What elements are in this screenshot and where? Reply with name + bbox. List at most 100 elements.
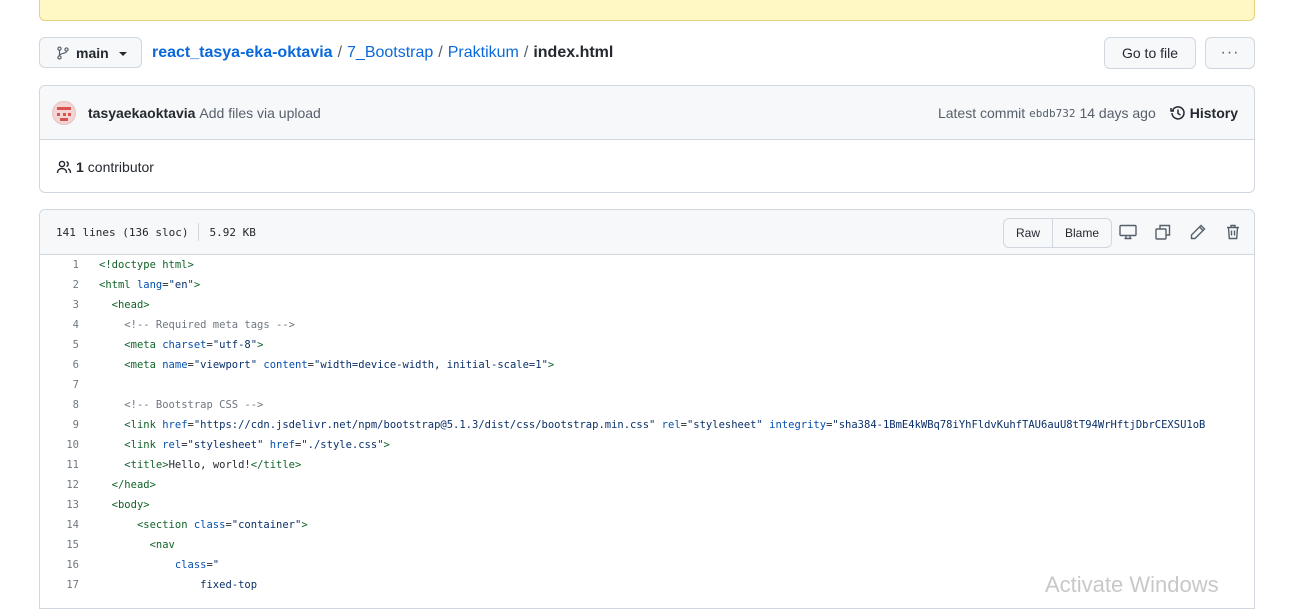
breadcrumb-repo-link[interactable]: react_tasya-eka-oktavia (152, 44, 333, 61)
line-number[interactable]: 2 (40, 279, 79, 291)
commit-row: tasyaekaoktavia Add files via upload Lat… (40, 86, 1254, 140)
line-number[interactable]: 14 (40, 519, 79, 531)
code-line: 2 <html lang="en"> (40, 275, 1254, 295)
notice-banner (39, 0, 1255, 21)
line-number[interactable]: 7 (40, 379, 79, 391)
code-line: 15 <nav (40, 535, 1254, 555)
line-content: <html lang="en"> (79, 279, 200, 291)
line-number[interactable]: 15 (40, 539, 79, 551)
code-token: fixed-top (200, 579, 258, 591)
code-token: > (301, 519, 308, 531)
raw-button[interactable]: Raw (1004, 219, 1053, 247)
line-content: <nav (79, 539, 175, 551)
copy-icon[interactable] (1153, 222, 1173, 242)
code-line: 6 <meta name="viewport" content="width=d… (40, 355, 1254, 375)
breadcrumb-folder-link[interactable]: Praktikum (448, 44, 519, 61)
os-watermark: Activate Windows (1045, 572, 1219, 597)
code-token: <body> (111, 499, 150, 511)
latest-commit-box: tasyaekaoktavia Add files via upload Lat… (39, 85, 1255, 193)
code-token: " (212, 559, 220, 571)
commit-meta: Latest commit ebdb732 14 days ago Histor… (938, 86, 1238, 140)
avatar[interactable] (52, 100, 76, 125)
breadcrumb-separator: / (438, 44, 443, 61)
branch-name: main (76, 44, 109, 61)
code-token: href (269, 439, 296, 451)
code-token: <title> (124, 459, 169, 471)
code-token: <!doctype html> (99, 259, 194, 271)
code-line: 10 <link rel="stylesheet" href="./style.… (40, 435, 1254, 455)
code-token: <!-- Required meta tags --> (124, 319, 295, 331)
line-content: <link rel="stylesheet" href="./style.css… (79, 439, 390, 451)
line-number[interactable]: 1 (40, 259, 79, 271)
more-options-button[interactable]: ··· (1205, 37, 1255, 69)
git-branch-icon (57, 45, 69, 60)
line-number[interactable]: 3 (40, 299, 79, 311)
breadcrumb-separator: / (337, 44, 343, 61)
code-token: "utf-8" (212, 339, 258, 351)
breadcrumb-folder-link[interactable]: 7_Bootstrap (347, 44, 433, 61)
code-token: class (193, 519, 226, 531)
breadcrumb: react_tasya-eka-oktavia/7_Bootstrap / Prak… (152, 44, 613, 62)
contributor-label: contributor (87, 158, 154, 175)
code-token: "stylesheet" (187, 439, 264, 451)
code-token: > (383, 439, 390, 451)
line-content: fixed-top (79, 579, 257, 591)
code-line: 7 (40, 375, 1254, 395)
clock-history-icon (1170, 106, 1185, 120)
line-number[interactable]: 5 (40, 339, 79, 351)
code-token: rel (661, 419, 681, 431)
commit-sha-link[interactable]: ebdb732 (1029, 107, 1075, 120)
code-token: > (193, 279, 201, 291)
code-token: charset (162, 339, 207, 351)
line-content: <!-- Required meta tags --> (79, 319, 295, 331)
code-token: content (263, 359, 308, 371)
code-token: "sha384-1BmE4kWBq78iYhFldvKuhfTAU6auU8tT… (832, 419, 1206, 431)
line-number[interactable]: 16 (40, 559, 79, 571)
breadcrumb-separator: / (523, 44, 529, 61)
line-number[interactable]: 9 (40, 419, 79, 431)
line-number[interactable]: 6 (40, 359, 79, 371)
commit-message-link[interactable]: Add files via upload (199, 105, 320, 121)
code-token: </head> (111, 479, 156, 491)
go-to-file-button[interactable]: Go to file (1104, 37, 1196, 69)
code-token: > (257, 339, 264, 351)
pencil-icon[interactable] (1188, 222, 1208, 242)
line-number[interactable]: 17 (40, 579, 79, 591)
code-token: <meta (124, 359, 156, 371)
line-number[interactable]: 12 (40, 479, 79, 491)
divider (198, 223, 200, 241)
contributors-row[interactable]: 1 contributor (40, 140, 1254, 192)
branch-select-button[interactable]: main (39, 37, 142, 68)
file-size: 5.92 KB (209, 225, 256, 239)
line-number[interactable]: 8 (40, 399, 79, 411)
history-link[interactable]: History (1170, 105, 1238, 121)
desktop-icon[interactable] (1118, 222, 1138, 242)
code-token: "stylesheet" (686, 419, 763, 431)
line-number[interactable]: 13 (40, 499, 79, 511)
history-label: History (1189, 105, 1238, 121)
code-token: href (162, 419, 188, 431)
breadcrumb-file-name: index.html (533, 44, 614, 61)
trash-icon[interactable] (1223, 222, 1243, 242)
contributor-count: 1 (76, 158, 84, 175)
code-token: <section (136, 519, 188, 531)
code-token: rel (162, 439, 182, 451)
code-token: <link (124, 439, 156, 451)
code-line: 3 <head> (40, 295, 1254, 315)
line-number[interactable]: 11 (40, 459, 79, 471)
line-content: <meta charset="utf-8"> (79, 339, 263, 351)
line-content: <head> (79, 299, 150, 311)
commit-author-link[interactable]: tasyaekaoktavia (88, 105, 195, 121)
line-number[interactable]: 10 (40, 439, 79, 451)
blame-button[interactable]: Blame (1053, 219, 1111, 247)
code-token: <meta (124, 339, 156, 351)
code-line: 5 <meta charset="utf-8"> (40, 335, 1254, 355)
line-number[interactable]: 4 (40, 319, 79, 331)
